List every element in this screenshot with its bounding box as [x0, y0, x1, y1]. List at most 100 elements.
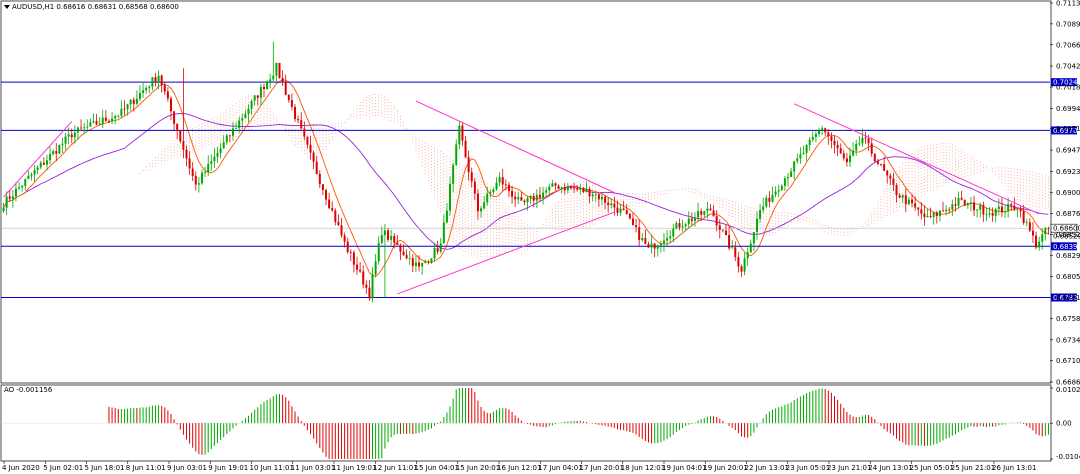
candle-body: [1031, 230, 1034, 236]
candle-body: [966, 203, 969, 206]
candle-body: [644, 238, 647, 245]
candle-body: [545, 190, 548, 193]
candle-body: [287, 94, 290, 101]
candle-body: [849, 155, 852, 163]
candle-body: [123, 108, 126, 110]
candle-body: [80, 127, 83, 129]
candle-body: [89, 122, 92, 127]
candle-body: [157, 75, 160, 82]
candle-body: [526, 198, 529, 203]
candle-body: [653, 243, 656, 249]
candle-body: [911, 199, 914, 204]
candle-body: [647, 244, 650, 248]
candle-body: [340, 225, 343, 236]
candle-body: [244, 113, 247, 119]
time-tick-label: 9 Jun 03:01: [167, 464, 207, 472]
candle-body: [684, 224, 687, 227]
candle-body: [929, 215, 932, 217]
candle-body: [641, 238, 644, 241]
time-tick-label: 17 Jun 20:01: [580, 464, 624, 472]
candle-body: [1004, 211, 1007, 213]
candle-body: [371, 274, 374, 299]
candle-body: [272, 75, 275, 80]
candle-body: [948, 209, 951, 211]
price-tick-label: 0.70664: [1056, 41, 1080, 49]
candle-body: [424, 261, 427, 263]
chart-title: AUDUSD,H1 0.68616 0.68631 0.68568 0.6860…: [12, 3, 179, 11]
candle-body: [799, 154, 802, 159]
candle-body: [728, 235, 731, 249]
candle-body: [858, 143, 861, 145]
candle-body: [498, 177, 501, 183]
candle-body: [55, 151, 58, 154]
candle-body: [861, 137, 864, 144]
candle-body: [318, 173, 321, 185]
candle-body: [873, 153, 876, 162]
candle-body: [235, 128, 238, 129]
candle-body: [343, 235, 346, 242]
time-tick-label: 22 Jun 13:01: [745, 464, 789, 472]
chart-background: [0, 0, 1080, 474]
candle-body: [880, 163, 883, 165]
candle-body: [362, 271, 365, 285]
candle-body: [746, 252, 749, 259]
candle-body: [622, 208, 625, 211]
time-tick-label: 4 Jun 2020: [2, 464, 40, 472]
candle-body: [982, 205, 985, 215]
time-tick-label: 26 Jun 13:01: [992, 464, 1036, 472]
candle-body: [938, 210, 941, 216]
candle-body: [886, 170, 889, 176]
candle-body: [238, 120, 241, 129]
candle-body: [1007, 204, 1010, 212]
candle-body: [225, 135, 228, 143]
candle-body: [396, 242, 399, 245]
candle-body: [855, 143, 858, 151]
candle-body: [312, 152, 315, 162]
candle-body: [957, 197, 960, 206]
candle-body: [1035, 235, 1038, 248]
candle-body: [365, 284, 368, 288]
candle-body: [932, 212, 935, 217]
candle-body: [662, 240, 665, 244]
candle-body: [997, 206, 1000, 210]
time-tick-label: 18 Jun 12:01: [621, 464, 665, 472]
time-tick-label: 5 Jun 18:01: [85, 464, 125, 472]
candle-body: [346, 241, 349, 252]
candle-body: [628, 213, 631, 219]
candle-body: [495, 182, 498, 190]
candle-body: [839, 148, 842, 154]
time-tick-label: 16 Jun 12:01: [497, 464, 541, 472]
candle-body: [222, 142, 225, 149]
candle-body: [759, 209, 762, 219]
candle-body: [783, 178, 786, 186]
candle-body: [737, 257, 740, 267]
candle-body: [942, 210, 945, 212]
candle-body: [101, 117, 104, 124]
candle-body: [228, 135, 231, 137]
candle-body: [402, 251, 405, 256]
candle-body: [836, 144, 839, 149]
candle-body: [569, 186, 572, 189]
candle-body: [870, 143, 873, 154]
candle-body: [458, 125, 461, 145]
candle-body: [1013, 205, 1016, 210]
candle-body: [67, 134, 70, 137]
candle-body: [483, 202, 486, 209]
candle-body: [256, 95, 259, 98]
candle-body: [907, 199, 910, 205]
candle-body: [973, 202, 976, 211]
candle-body: [250, 100, 253, 109]
candle-body: [8, 196, 11, 199]
candle-body: [591, 194, 594, 197]
candle-body: [449, 183, 452, 211]
ao-tick-label: 0.00: [1056, 420, 1072, 428]
candle-body: [197, 183, 200, 185]
candle-body: [650, 243, 653, 248]
candle-body: [467, 157, 470, 173]
candle-body: [523, 200, 526, 203]
candle-body: [576, 188, 579, 190]
price-tick-label: 0.67584: [1056, 315, 1080, 323]
candle-body: [917, 207, 920, 210]
candle-body: [359, 269, 362, 272]
candle-body: [306, 136, 309, 145]
